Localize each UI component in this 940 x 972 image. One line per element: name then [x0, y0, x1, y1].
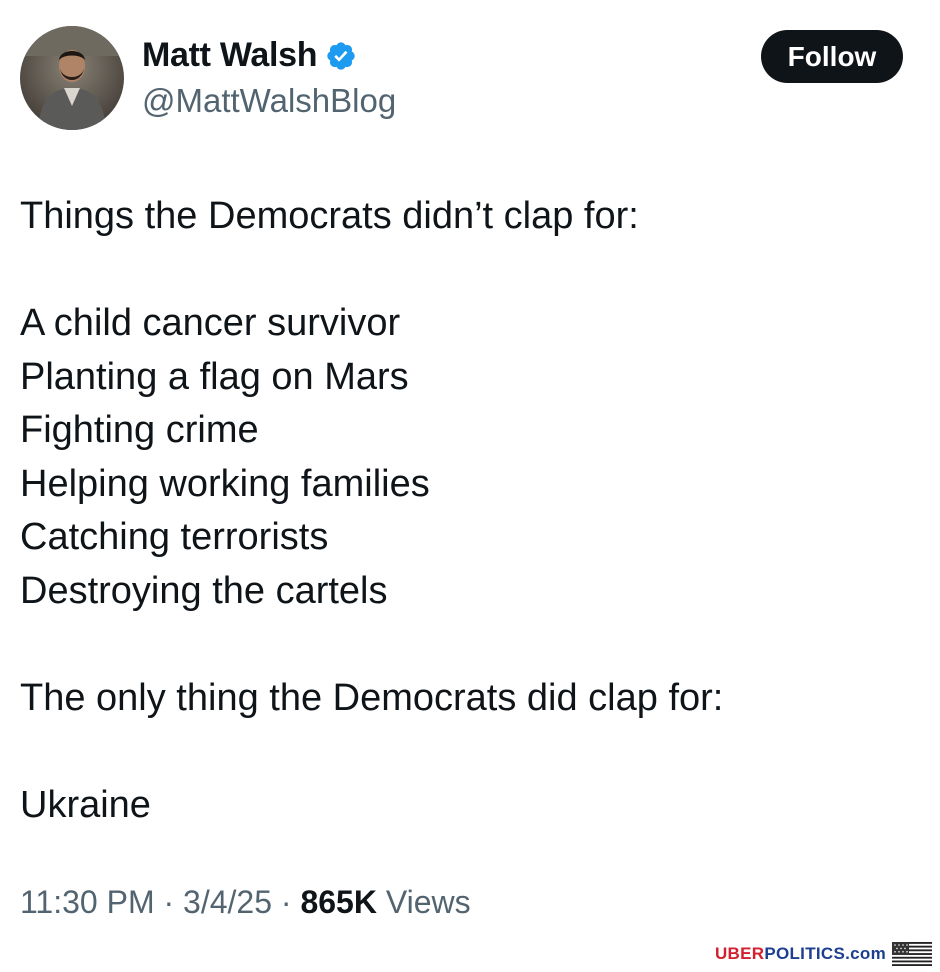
- views-count[interactable]: 865K: [300, 884, 377, 920]
- tweet-line: Catching terrorists: [20, 516, 329, 558]
- tweet-line: A child cancer survivor: [20, 302, 401, 344]
- author-handle[interactable]: @MattWalshBlog: [142, 82, 396, 120]
- avatar[interactable]: [20, 26, 124, 130]
- tweet-line: Ukraine: [20, 783, 151, 826]
- tweet-metadata: 11:30 PM · 3/4/25 · 865K Views: [20, 884, 471, 921]
- profile-photo-icon: [20, 26, 124, 130]
- separator: ·: [154, 884, 184, 920]
- author-name[interactable]: Matt Walsh: [142, 36, 317, 75]
- views-label: Views: [376, 884, 471, 920]
- verified-badge-icon: [325, 40, 357, 72]
- tweet-date[interactable]: 3/4/25: [183, 884, 272, 920]
- follow-button[interactable]: Follow: [761, 30, 903, 83]
- line-break: [20, 725, 920, 779]
- tweet-text: Things the Democrats didn’t clap for: A …: [20, 190, 920, 832]
- separator: ·: [272, 884, 301, 920]
- tweet-line: Planting a flag on Mars: [20, 355, 409, 398]
- tweet-line: Fighting crime: [20, 409, 259, 451]
- tweet-time[interactable]: 11:30 PM: [20, 884, 155, 920]
- line-break: [20, 244, 920, 298]
- author-row: Matt Walsh: [142, 36, 357, 75]
- watermark-part1: UBER: [714, 944, 765, 963]
- tweet-line: The only thing the Democrats did clap fo…: [20, 676, 724, 719]
- us-flag-icon: [892, 942, 932, 966]
- tweet-line: Helping working families: [20, 462, 430, 505]
- watermark-part2: POLITICS.com: [764, 944, 886, 963]
- watermark: UBER POLITICS.com: [715, 942, 932, 966]
- line-break: [20, 618, 920, 672]
- tweet-line: Things the Democrats didn’t clap for:: [20, 195, 639, 237]
- tweet-line: Destroying the cartels: [20, 569, 388, 612]
